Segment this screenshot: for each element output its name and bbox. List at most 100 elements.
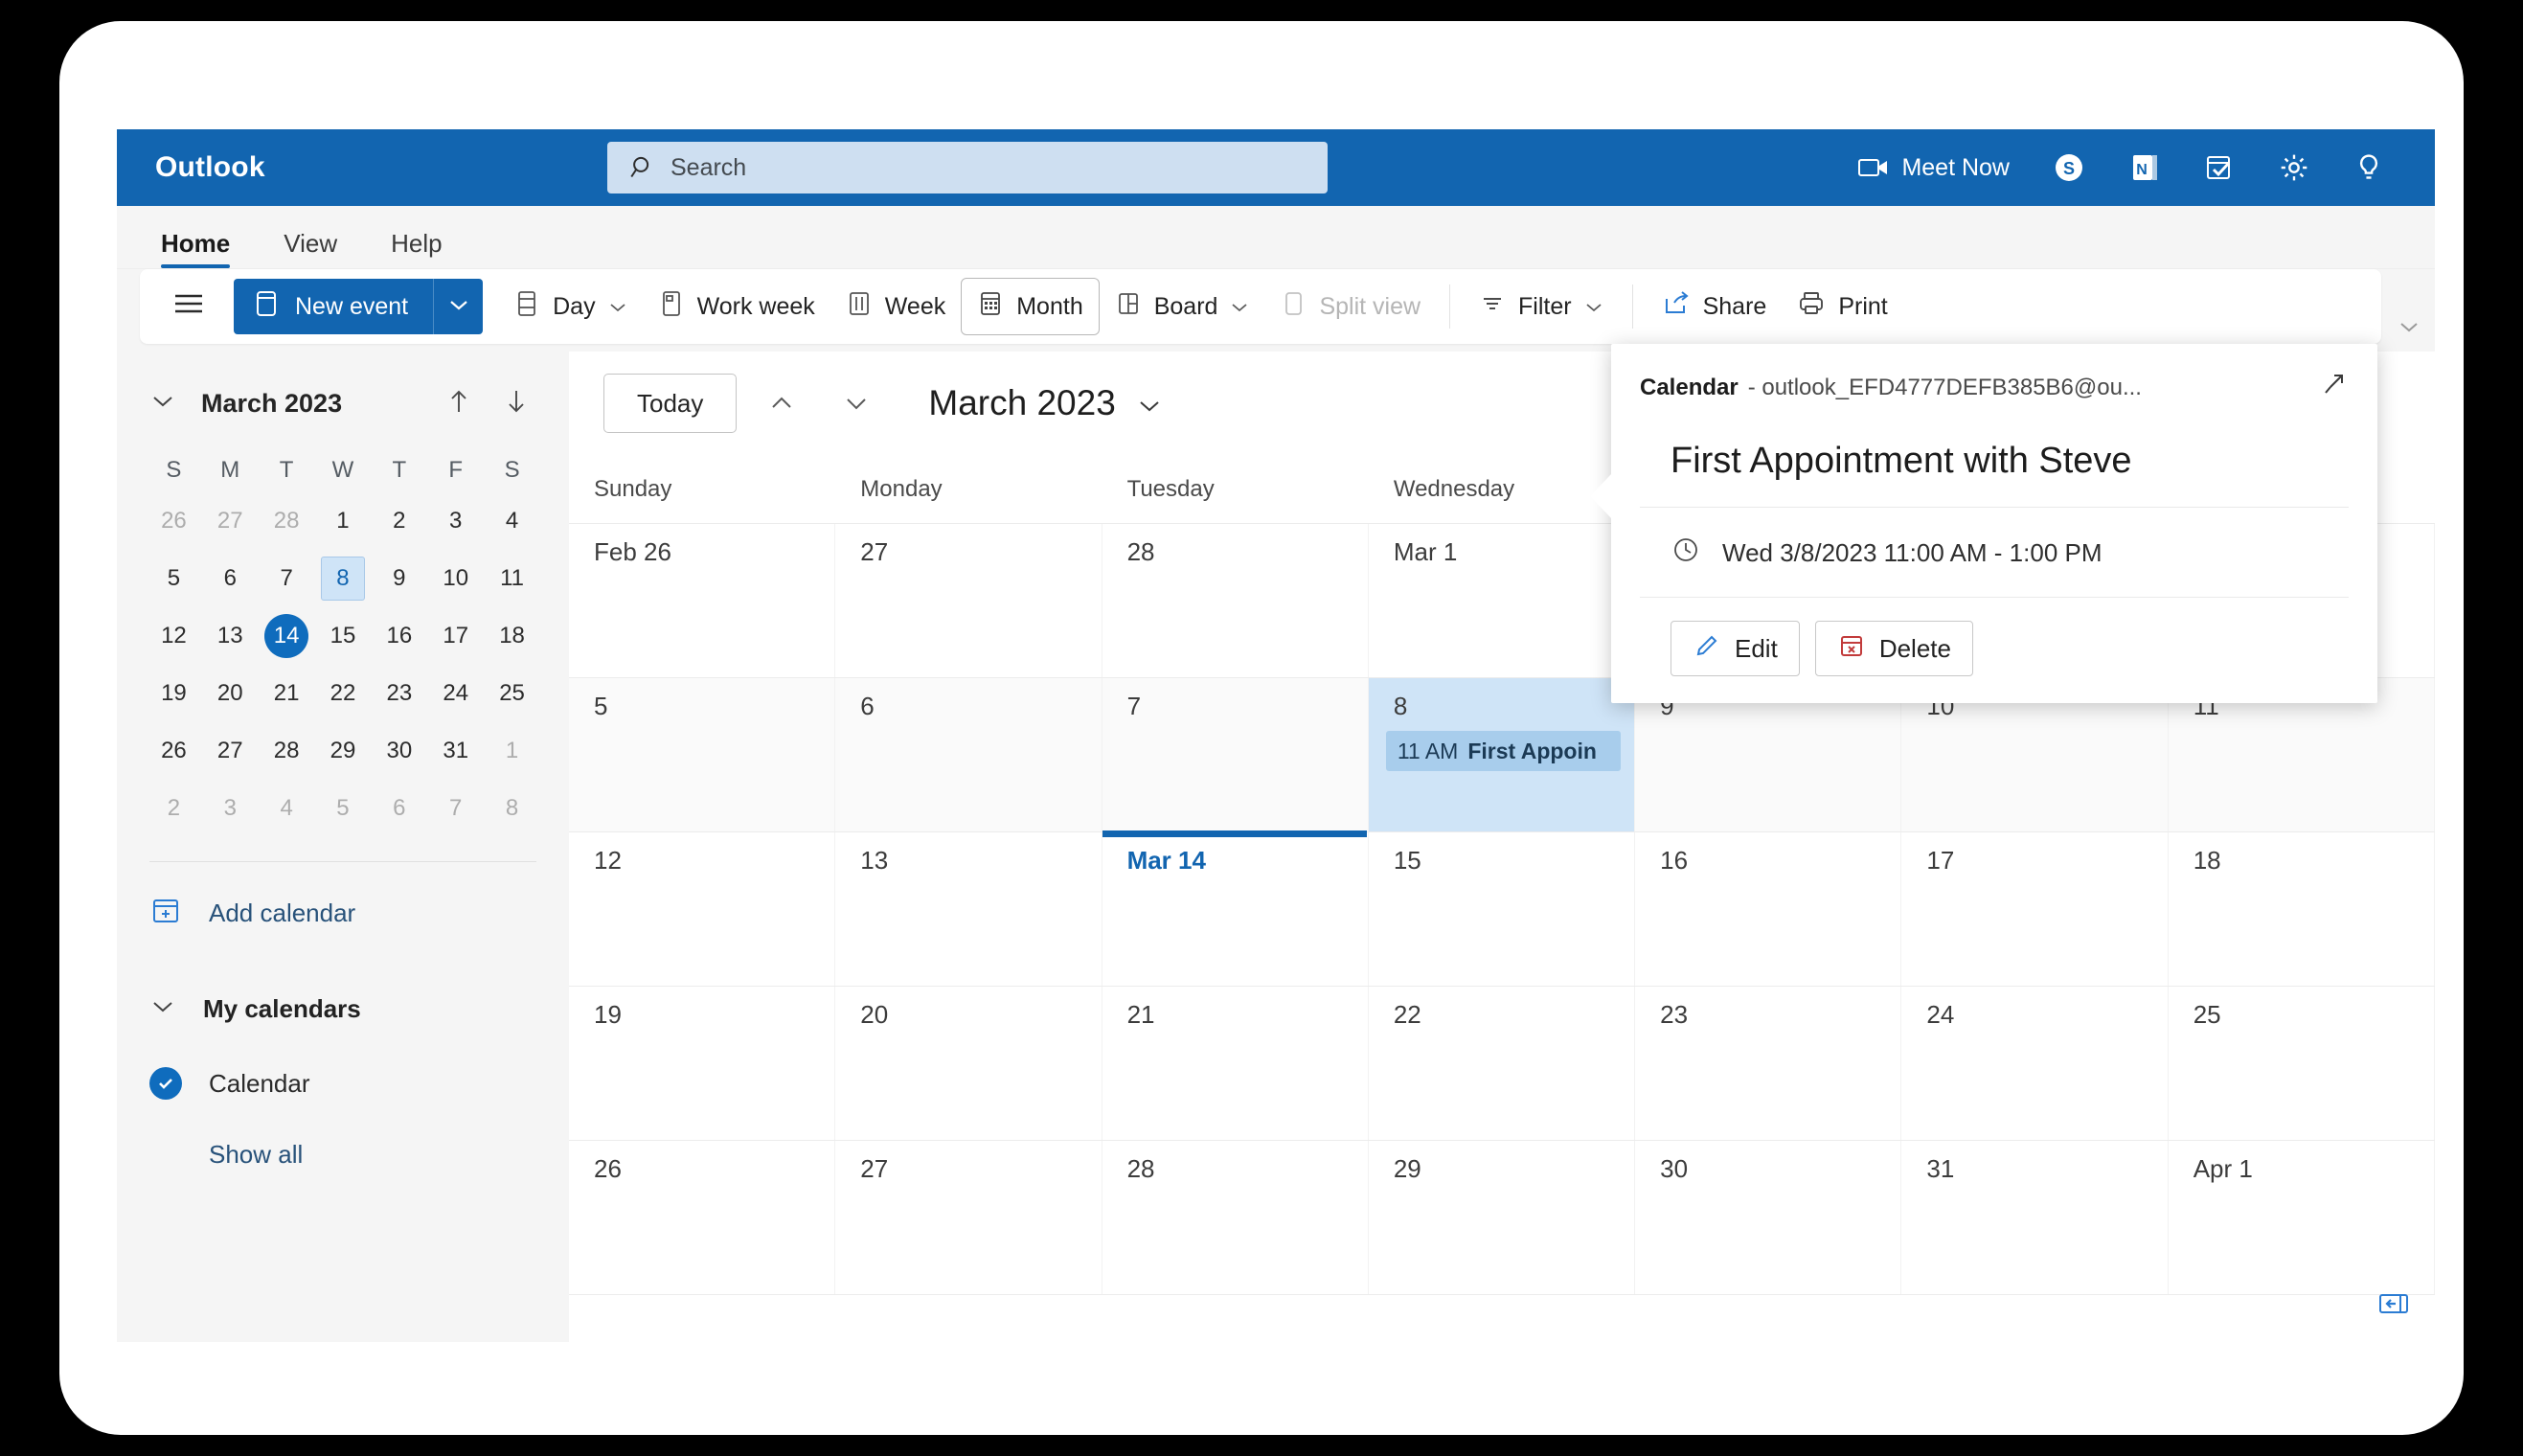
calendar-day-cell[interactable]: 19 (569, 987, 836, 1140)
mini-calendar-day[interactable]: 4 (259, 781, 315, 836)
calendar-day-cell[interactable]: 22 (1369, 987, 1636, 1140)
expand-diagonal-icon[interactable] (2318, 369, 2349, 406)
mini-calendar-day[interactable]: 29 (315, 723, 372, 779)
show-all-link[interactable]: Show all (117, 1140, 569, 1170)
calendar-day-cell[interactable]: 25 (2169, 987, 2435, 1140)
mini-calendar-day[interactable]: 21 (259, 666, 315, 721)
to-do-button[interactable] (2182, 141, 2257, 194)
calendar-day-cell[interactable]: 16 (1635, 832, 1902, 986)
ribbon-overflow-button[interactable] (2397, 319, 2421, 341)
mini-calendar-day[interactable]: 26 (146, 723, 202, 779)
calendar-day-cell[interactable]: 28 (1102, 1141, 1369, 1294)
help-tips-button[interactable] (2331, 141, 2406, 194)
mini-calendar-day[interactable]: 28 (259, 493, 315, 549)
mini-calendar-day[interactable]: 15 (315, 608, 372, 664)
new-event-button[interactable]: New event (234, 279, 434, 334)
filter-button[interactable]: Filter (1464, 281, 1619, 332)
tab-help[interactable]: Help (370, 229, 463, 268)
calendar-day-cell[interactable]: 8 11 AM First Appoin (1368, 678, 1636, 831)
mini-calendar-day[interactable]: 6 (202, 551, 259, 606)
mini-calendar-day[interactable]: 26 (146, 493, 202, 549)
mini-calendar-day[interactable]: 1 (315, 493, 372, 549)
mini-calendar-day[interactable]: 7 (427, 781, 484, 836)
skype-button[interactable]: S (2031, 141, 2107, 194)
mini-calendar-day[interactable]: 5 (146, 551, 202, 606)
mini-calendar-day[interactable]: 11 (484, 551, 540, 606)
calendar-day-cell[interactable]: Mar 14 (1102, 830, 1369, 986)
mini-calendar-day[interactable]: 14 (259, 608, 315, 664)
calendar-month-picker[interactable]: March 2023 (928, 383, 1161, 423)
ribbon-menu-button[interactable] (153, 281, 224, 332)
mini-calendar-day[interactable]: 30 (371, 723, 427, 779)
new-event-dropdown-button[interactable] (433, 279, 484, 334)
calendar-day-cell[interactable]: 30 (1635, 1141, 1902, 1294)
calendar-day-cell[interactable]: 6 (835, 678, 1102, 831)
mini-calendar-day[interactable]: 19 (146, 666, 202, 721)
tab-home[interactable]: Home (140, 229, 251, 268)
view-day-button[interactable]: Day (498, 281, 642, 332)
mini-calendar-day[interactable]: 8 (315, 551, 372, 606)
calendar-day-cell[interactable]: 12 (569, 832, 836, 986)
mini-calendar-day[interactable]: 3 (202, 781, 259, 836)
calendar-day-cell[interactable]: 31 (1901, 1141, 2169, 1294)
next-month-button[interactable] (827, 374, 886, 433)
search-box[interactable]: Search (607, 142, 1328, 193)
onenote-button[interactable]: N (2107, 141, 2182, 194)
arrow-down-icon[interactable] (504, 387, 529, 421)
mini-calendar-day[interactable]: 16 (371, 608, 427, 664)
calendar-day-cell[interactable]: Mar 1 (1369, 524, 1636, 677)
mini-calendar-day[interactable]: 17 (427, 608, 484, 664)
calendar-day-cell[interactable]: 5 (569, 678, 836, 831)
calendar-event-chip[interactable]: 11 AM First Appoin (1385, 731, 1622, 771)
mini-calendar-day[interactable]: 1 (484, 723, 540, 779)
calendar-day-cell[interactable]: 27 (835, 524, 1102, 677)
collapse-panel-icon[interactable] (2377, 1291, 2410, 1321)
calendar-day-cell[interactable]: 17 (1901, 832, 2169, 986)
mini-calendar-day[interactable]: 6 (371, 781, 427, 836)
edit-button[interactable]: Edit (1671, 621, 1800, 676)
calendar-day-cell[interactable]: 21 (1102, 987, 1369, 1140)
arrow-up-icon[interactable] (446, 387, 471, 421)
mini-calendar-day[interactable]: 18 (484, 608, 540, 664)
mini-calendar-day[interactable]: 25 (484, 666, 540, 721)
calendar-day-cell[interactable]: Apr 1 (2169, 1141, 2435, 1294)
view-week-button[interactable]: Week (830, 281, 961, 332)
calendar-day-cell[interactable]: 23 (1635, 987, 1902, 1140)
mini-calendar-day[interactable]: 28 (259, 723, 315, 779)
mini-calendar-day[interactable]: 2 (146, 781, 202, 836)
chevron-down-icon[interactable] (149, 393, 176, 415)
mini-calendar-day[interactable]: 23 (371, 666, 427, 721)
calendar-day-cell[interactable]: 15 (1369, 832, 1636, 986)
settings-button[interactable] (2257, 141, 2331, 194)
mini-calendar-day[interactable]: 2 (371, 493, 427, 549)
mini-calendar-day[interactable]: 4 (484, 493, 540, 549)
mini-calendar-day[interactable]: 9 (371, 551, 427, 606)
calendar-day-cell[interactable]: 24 (1901, 987, 2169, 1140)
calendar-day-cell[interactable]: 29 (1369, 1141, 1636, 1294)
my-calendars-group[interactable]: My calendars (117, 971, 569, 1046)
view-work-week-button[interactable]: Work week (643, 281, 830, 332)
delete-button[interactable]: Delete (1814, 621, 1973, 676)
mini-calendar-day[interactable]: 13 (202, 608, 259, 664)
mini-calendar-day[interactable]: 3 (427, 493, 484, 549)
check-circle-icon[interactable] (149, 1067, 182, 1100)
calendar-list-item[interactable]: Calendar (117, 1046, 569, 1121)
calendar-day-cell[interactable]: 13 (835, 832, 1102, 986)
mini-calendar-day[interactable]: 27 (202, 493, 259, 549)
meet-now-button[interactable]: Meet Now (1836, 141, 2031, 194)
share-button[interactable]: Share (1647, 281, 1783, 332)
add-calendar-button[interactable]: Add calendar (117, 876, 569, 950)
today-button[interactable]: Today (603, 374, 738, 433)
calendar-day-cell[interactable]: 7 (1102, 678, 1369, 831)
calendar-day-cell[interactable]: 27 (835, 1141, 1102, 1294)
mini-calendar-day[interactable]: 22 (315, 666, 372, 721)
mini-calendar-day[interactable]: 12 (146, 608, 202, 664)
calendar-day-cell[interactable]: Feb 26 (569, 524, 836, 677)
calendar-day-cell[interactable]: 26 (569, 1141, 836, 1294)
view-board-button[interactable]: Board (1100, 281, 1265, 332)
view-month-button[interactable]: Month (961, 278, 1100, 335)
calendar-day-cell[interactable]: 18 (2169, 832, 2435, 986)
mini-calendar-day[interactable]: 27 (202, 723, 259, 779)
calendar-day-cell[interactable]: 20 (835, 987, 1102, 1140)
mini-calendar-day[interactable]: 5 (315, 781, 372, 836)
